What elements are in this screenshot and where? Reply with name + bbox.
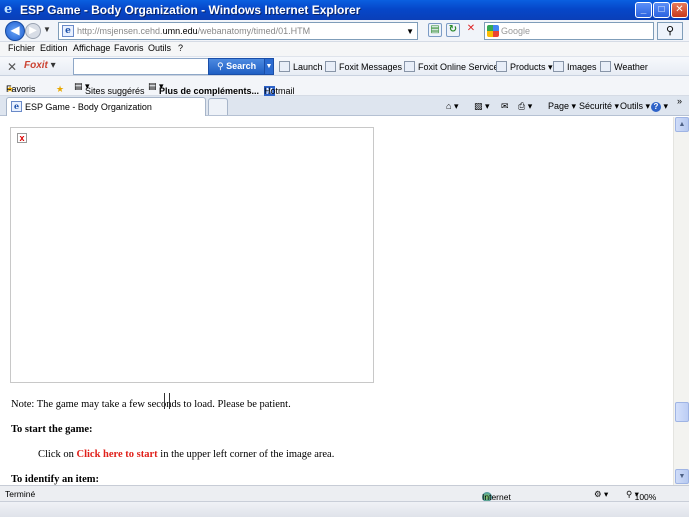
broken-image-icon: x <box>17 133 27 143</box>
tab-bar: e ESP Game - Body Organization ⌂ ▾ ▧ ▾ ✉… <box>0 96 689 116</box>
favorites-bar: ★ Favoris ★ ▤ Sites suggérés ▾ ▤ Plus de… <box>0 76 689 97</box>
foxit-search-dropdown[interactable]: ▼ <box>264 58 274 75</box>
chevron-more-icon[interactable]: » <box>677 96 682 106</box>
scroll-up-button[interactable]: ▲ <box>675 117 689 132</box>
google-icon <box>487 25 499 37</box>
close-toolbar-icon[interactable]: ✕ <box>7 60 17 74</box>
ie-logo-icon: e <box>4 2 13 17</box>
load-note: Note: The game may take a few seconds to… <box>11 399 291 410</box>
mail-icon: ✉ <box>501 101 509 111</box>
scroll-thumb[interactable] <box>675 402 689 422</box>
home-icon: ⌂ <box>446 101 452 111</box>
search-icon: ⚲ <box>665 25 675 37</box>
messages-icon <box>325 61 336 72</box>
menu-outils[interactable]: Outils <box>148 43 171 53</box>
status-text: Terminé <box>5 489 36 499</box>
tab-esp-game[interactable]: e ESP Game - Body Organization <box>6 97 206 116</box>
foxit-logo[interactable]: Foxit ▾ <box>24 60 56 71</box>
search-input[interactable]: Google <box>484 22 654 40</box>
identify-heading: To identify an item: <box>11 474 99 485</box>
images-icon <box>553 61 564 72</box>
back-icon: ◀ <box>10 23 20 37</box>
history-dropdown[interactable]: ▼ <box>43 25 51 34</box>
products-icon <box>496 61 507 72</box>
stop-icon[interactable]: ✕ <box>464 23 478 37</box>
menu-edition[interactable]: Edition <box>40 43 68 53</box>
help-button[interactable]: ? ▾ <box>651 101 668 112</box>
menu-favoris[interactable]: Favoris <box>114 43 144 53</box>
products-button[interactable]: Products ▾ <box>496 61 553 73</box>
add-favorite-icon: ★ <box>56 84 65 94</box>
address-dropdown[interactable]: ▼ <box>406 27 414 36</box>
print-icon: ⎙ <box>518 101 526 111</box>
foxit-toolbar: ✕ Foxit ▾ ⚲ Search ▼ Launch Foxit Messag… <box>0 56 689 76</box>
launch-icon <box>279 61 290 72</box>
mail-button[interactable]: ✉ <box>501 101 509 112</box>
forward-button[interactable]: ▶ <box>25 23 41 39</box>
address-toolbar: ◀ ▶ ▼ e http://msjensen.cehd.umn.edu/web… <box>0 20 689 42</box>
tools-menu[interactable]: Outils ▾ <box>620 101 650 112</box>
minimize-button[interactable]: _ <box>635 2 652 18</box>
title-bar: e ESP Game - Body Organization - Windows… <box>0 0 689 20</box>
foxit-search-input[interactable] <box>73 58 209 75</box>
start-instructions: Click on Click here to start in the uppe… <box>38 449 335 460</box>
weather-icon <box>600 61 611 72</box>
address-input[interactable]: e http://msjensen.cehd.umn.edu/webanatom… <box>58 22 418 40</box>
protected-mode-button[interactable]: ⚙ ▾ <box>594 489 608 500</box>
compat-icon[interactable]: ▤ <box>428 23 442 37</box>
home-button[interactable]: ⌂ ▾ <box>446 101 458 112</box>
menu-affichage[interactable]: Affichage <box>73 43 110 53</box>
game-area[interactable]: x <box>10 127 374 383</box>
tab-page-icon: e <box>11 101 22 112</box>
start-heading: To start the game: <box>11 424 93 435</box>
rss-icon: ▧ <box>474 101 483 111</box>
help-icon: ? <box>651 102 661 112</box>
print-button[interactable]: ⎙ ▾ <box>518 101 532 112</box>
window-title: ESP Game - Body Organization - Windows I… <box>20 3 361 17</box>
scroll-down-button[interactable]: ▼ <box>675 469 689 484</box>
page-icon: e <box>62 25 74 37</box>
vertical-scrollbar[interactable]: ▲ ▼ <box>673 117 689 485</box>
tab-label: ESP Game - Body Organization <box>25 102 152 112</box>
back-button[interactable]: ◀ <box>5 21 25 41</box>
foxit-online-services-button[interactable]: Foxit Online Services <box>404 61 503 72</box>
zoom-button[interactable]: ⚲ 100% ▾ <box>626 489 656 502</box>
security-menu[interactable]: Sécurité ▾ <box>579 101 619 112</box>
rss-button[interactable]: ▧ ▾ <box>474 101 490 112</box>
menu-fichier[interactable]: Fichier <box>8 43 35 53</box>
foxit-messages-button[interactable]: Foxit Messages ▾ <box>325 61 409 73</box>
services-icon <box>404 61 415 72</box>
maximize-button[interactable]: □ <box>653 2 670 18</box>
menu-bar: Fichier Edition Affichage Favoris Outils… <box>0 42 689 56</box>
click-here-to-start-link[interactable]: Click here to start <box>77 449 158 460</box>
text-cursor <box>164 393 170 409</box>
suggested-sites-button[interactable]: ▤ Sites suggérés ▾ <box>74 81 145 96</box>
status-bar: Terminé Internet ⚙ ▾ ⚲ 100% ▾ <box>0 485 689 502</box>
images-button[interactable]: Images <box>553 61 597 72</box>
page-content: x Note: The game may take a few seconds … <box>0 117 673 485</box>
more-addons-button[interactable]: ▤ Plus de compléments... ▾ <box>148 81 259 96</box>
launch-button[interactable]: Launch <box>279 61 323 72</box>
forward-icon: ▶ <box>29 25 37 36</box>
weather-button[interactable]: Weather <box>600 61 648 72</box>
page-menu[interactable]: Page ▾ <box>548 101 576 112</box>
new-tab-button[interactable] <box>208 98 228 115</box>
foxit-search-button[interactable]: ⚲ Search <box>208 58 265 75</box>
search-button[interactable]: ⚲ <box>657 22 683 40</box>
search-placeholder: Google <box>501 26 531 36</box>
taskbar <box>0 501 689 517</box>
close-button[interactable]: ✕ <box>671 2 688 18</box>
address-url: http://msjensen.cehd.umn.edu/webanatomy/… <box>77 26 311 36</box>
refresh-icon[interactable]: ↻ <box>446 23 460 37</box>
menu-help[interactable]: ? <box>178 43 183 53</box>
